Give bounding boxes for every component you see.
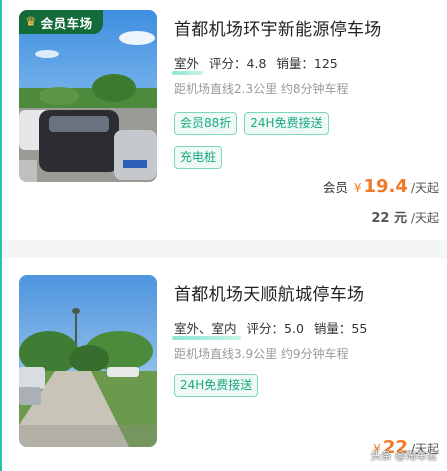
member-lot-badge: ♛ 会员车场 <box>19 10 103 34</box>
sales-count: 销量：55 <box>313 321 368 336</box>
parking-meta: 室外、室内 评分：5.0 销量：55 <box>172 318 377 340</box>
rating: 评分：5.0 <box>246 321 304 336</box>
parking-title[interactable]: 首都机场天顺航城停车场 <box>174 280 364 305</box>
location-type: 室外、室内 <box>172 318 241 340</box>
tag-free-shuttle: 24H免费接送 <box>244 112 329 135</box>
parking-photo-image <box>19 10 157 182</box>
parking-card[interactable]: ♛ 会员车场 首都机场环宇新能源停车场 室外 评分：4.8 销量：125 距机场… <box>2 0 447 240</box>
parking-lot-photo[interactable]: ♛ 会员车场 <box>19 10 157 182</box>
tag-list: 24H免费接送 <box>174 374 259 397</box>
listing-page: ♛ 会员车场 首都机场环宇新能源停车场 室外 评分：4.8 销量：125 距机场… <box>0 0 447 471</box>
parking-meta: 室外 评分：4.8 销量：125 <box>171 53 348 75</box>
parking-card[interactable]: 首都机场天顺航城停车场 室外、室内 评分：5.0 销量：55 距机场直线3.9公… <box>2 258 447 471</box>
rating: 评分：4.8 <box>209 56 267 71</box>
member-price-label: 会员 <box>322 180 348 195</box>
tag-free-shuttle: 24H免费接送 <box>174 374 259 397</box>
parking-lot-photo[interactable] <box>19 275 157 447</box>
member-price-value: 19.4 <box>363 176 408 197</box>
card-divider <box>2 240 447 258</box>
distance-info: 距机场直线3.9公里 约9分钟车程 <box>174 347 349 361</box>
tag-list: 充电桩 <box>174 146 223 169</box>
member-lot-label: 会员车场 <box>40 15 93 31</box>
tag-list: 会员88折 24H免费接送 <box>174 112 329 135</box>
original-price: 22 元 /天起 <box>371 207 439 226</box>
currency-symbol: ¥ <box>353 181 362 195</box>
location-type: 室外 <box>171 53 204 75</box>
crown-icon: ♛ <box>25 14 37 30</box>
tag-charging-pile: 充电桩 <box>174 146 223 169</box>
member-price: 会员 ¥ 19.4 /天起 <box>323 176 439 197</box>
original-price-unit: /天起 <box>410 211 439 225</box>
distance-info: 距机场直线2.3公里 约8分钟车程 <box>174 82 349 96</box>
parking-photo-image <box>19 275 157 447</box>
parking-title[interactable]: 首都机场环宇新能源停车场 <box>174 15 382 40</box>
original-price-value: 22 元 <box>371 211 407 226</box>
watermark: 头条 @淘车位 <box>370 450 437 462</box>
sales-count: 销量：125 <box>276 56 338 71</box>
tag-member-discount: 会员88折 <box>174 112 238 135</box>
price-unit: /天起 <box>410 181 439 195</box>
